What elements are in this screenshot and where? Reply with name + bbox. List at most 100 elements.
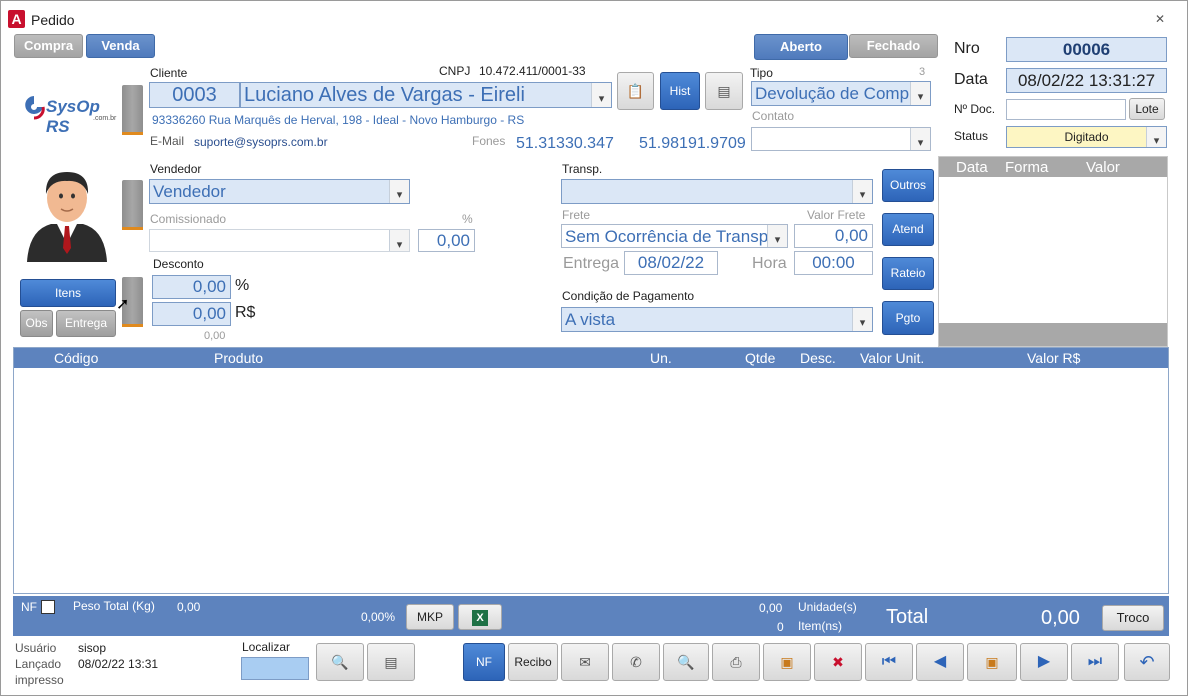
comissionado-label: Comissionado <box>150 212 227 226</box>
outros-button[interactable]: Outros <box>882 169 934 202</box>
payments-col-data: Data <box>956 159 988 176</box>
preview-button[interactable]: 🔍 <box>316 643 364 681</box>
comissao-pct-input[interactable]: 0,00 <box>418 229 475 252</box>
lote-button[interactable]: Lote <box>1129 98 1165 120</box>
chevron-down-icon[interactable]: ▾ <box>1146 127 1166 147</box>
mkp-button[interactable]: MKP <box>406 604 454 630</box>
chevron-down-icon[interactable]: ▾ <box>910 128 930 150</box>
chevron-down-icon[interactable]: ▾ <box>910 82 930 105</box>
transp-label: Transp. <box>562 162 603 176</box>
contato-combo[interactable]: ▾ <box>751 127 931 151</box>
status-value: Digitado <box>1064 130 1109 144</box>
nf-label: NF <box>21 600 37 614</box>
excel-export-button[interactable]: X <box>458 604 502 630</box>
ndoc-input[interactable] <box>1006 99 1126 120</box>
entrega-date-input[interactable]: 08/02/22 <box>624 251 718 275</box>
localizar-input[interactable] <box>241 657 309 680</box>
chevron-down-icon[interactable]: ▾ <box>767 225 787 247</box>
tab-aberto[interactable]: Aberto <box>754 34 848 60</box>
last-record-button[interactable]: ⏭ <box>1071 643 1119 681</box>
card-button[interactable]: ▤ <box>705 72 743 110</box>
data-field[interactable]: 08/02/22 13:31:27 <box>1006 68 1167 93</box>
print-preview-button[interactable]: 🔍 <box>663 643 709 681</box>
tipo-combo[interactable]: Devolução de Compra ▾ <box>751 81 931 106</box>
rateio-button[interactable]: Rateio <box>882 257 934 290</box>
total-label: Total <box>886 606 929 628</box>
atend-button[interactable]: Atend <box>882 213 934 246</box>
tab-compra[interactable]: Compra <box>14 34 83 58</box>
new-record-button[interactable]: ▣ <box>763 643 811 681</box>
first-icon: ⏮ <box>881 653 897 670</box>
cliente-slot-handle[interactable] <box>122 85 143 135</box>
pgto-button[interactable]: Pgto <box>882 301 934 335</box>
edit-record-button[interactable]: ▣ <box>967 643 1017 681</box>
tab-fechado[interactable]: Fechado <box>849 34 938 58</box>
col-valor-rs: Valor R$ <box>1027 350 1081 366</box>
chevron-down-icon[interactable]: ▾ <box>389 230 409 251</box>
chevron-down-icon[interactable]: ▾ <box>852 308 872 331</box>
items-grid[interactable]: Código Produto Un. Qtde Desc. Valor Unit… <box>13 347 1169 594</box>
desconto-total: 0,00 <box>204 330 226 342</box>
cnpj-value: 10.472.411/0001-33 <box>479 64 586 78</box>
entrega-button[interactable]: Entrega <box>56 310 116 337</box>
troco-button[interactable]: Troco <box>1102 605 1164 631</box>
tipo-value: Devolução de Compra <box>755 84 925 103</box>
fone1-value: 51.31330.347 <box>516 135 614 152</box>
first-record-button[interactable]: ⏮ <box>865 643 913 681</box>
peso-label: Peso Total (Kg) <box>73 599 155 613</box>
clipboard-icon: 📋 <box>626 83 645 99</box>
col-un: Un. <box>650 350 672 366</box>
unidades-value: 0,00 <box>759 601 783 615</box>
vendedor-slot-handle[interactable] <box>122 180 143 230</box>
peso-value: 0,00 <box>177 600 201 614</box>
nf-checkbox[interactable] <box>41 600 55 614</box>
hist-button[interactable]: Hist <box>660 72 700 110</box>
list-button[interactable]: ▤ <box>367 643 415 681</box>
itens-button[interactable]: Itens <box>20 279 116 307</box>
next-record-button[interactable]: ▶ <box>1020 643 1068 681</box>
window-title: Pedido <box>31 12 75 28</box>
payments-grid[interactable]: Data Forma Valor <box>938 156 1168 347</box>
comissao-pct-label: % <box>462 212 473 226</box>
phone-button[interactable]: ✆ <box>612 643 660 681</box>
items-grid-header: Código Produto Un. Qtde Desc. Valor Unit… <box>14 348 1168 368</box>
desconto-pct-input[interactable]: 0,00 <box>152 275 231 299</box>
usuario-label: Usuário <box>15 641 57 655</box>
col-codigo: Código <box>54 350 99 366</box>
prev-record-button[interactable]: ◀ <box>916 643 964 681</box>
email-button[interactable]: ✉ <box>561 643 609 681</box>
clipboard-check-button[interactable]: 📋 <box>617 72 654 110</box>
condicao-label: Condição de Pagamento <box>562 289 695 303</box>
undo-button[interactable]: ↶ <box>1124 643 1170 681</box>
chevron-down-icon[interactable]: ▾ <box>852 180 872 203</box>
delete-record-button[interactable]: ✖ <box>814 643 862 681</box>
nf-button[interactable]: NF <box>463 643 505 681</box>
close-icon[interactable]: ✕ <box>1155 12 1165 26</box>
chevron-down-icon[interactable]: ▾ <box>389 180 409 203</box>
comissionado-combo[interactable]: ▾ <box>149 229 410 252</box>
hora-input[interactable]: 00:00 <box>794 251 873 275</box>
chevron-down-icon[interactable]: ▾ <box>591 83 611 107</box>
nro-field[interactable]: 00006 <box>1006 37 1167 62</box>
sysop-logo: SysOp RS .com.br <box>23 94 116 136</box>
frete-value: Sem Ocorrência de Transporte <box>565 227 788 246</box>
obs-button[interactable]: Obs <box>20 310 53 337</box>
valor-frete-input[interactable]: 0,00 <box>794 224 873 248</box>
status-select[interactable]: Digitado ▾ <box>1006 126 1167 148</box>
print-button[interactable]: ⎙ <box>712 643 760 681</box>
vendedor-combo[interactable]: Vendedor ▾ <box>149 179 410 204</box>
transp-combo[interactable]: ▾ <box>561 179 873 204</box>
cliente-nome-combo[interactable]: Luciano Alves de Vargas - Eireli ▾ <box>240 82 612 108</box>
payments-grid-header: Data Forma Valor <box>939 157 1167 177</box>
frete-combo[interactable]: Sem Ocorrência de Transporte ▾ <box>561 224 788 248</box>
localizar-label: Localizar <box>242 640 291 654</box>
condicao-combo[interactable]: A vista ▾ <box>561 307 873 332</box>
cliente-codigo-field[interactable]: 0003 <box>149 82 240 108</box>
recibo-button[interactable]: Recibo <box>508 643 558 681</box>
tab-venda[interactable]: Venda <box>86 34 155 58</box>
mouse-cursor-icon: ➚ <box>116 296 130 313</box>
vendedor-value: Vendedor <box>153 182 226 201</box>
desconto-rs-input[interactable]: 0,00 <box>152 302 231 326</box>
id-card-icon: ▤ <box>717 83 731 99</box>
payments-grid-footer <box>939 323 1167 346</box>
